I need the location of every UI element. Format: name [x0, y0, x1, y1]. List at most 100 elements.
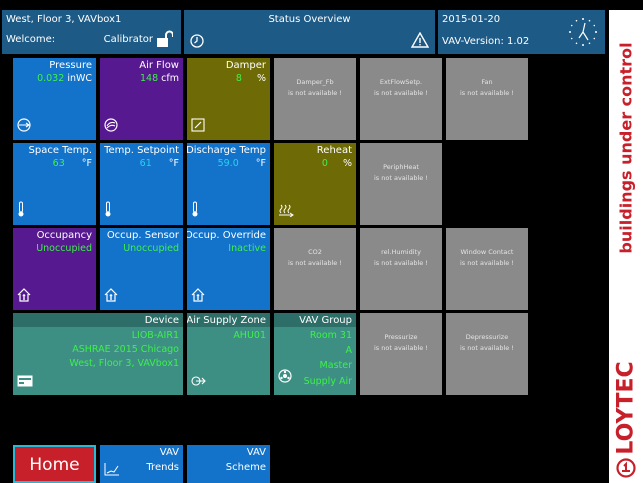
periphheat-tile: PeriphHeat is not available ! [360, 143, 442, 225]
temp-setpoint-tile[interactable]: Temp. Setpoint 61 °F [100, 143, 183, 225]
air-supply-value: AHU01 [233, 330, 266, 341]
home-button[interactable]: Home [13, 445, 96, 483]
occupancy-override-tile[interactable]: Occup. Override Inactive [187, 228, 270, 310]
discharge-temp-title: Discharge Temp [187, 145, 266, 156]
device-line-1: LIOB-AIR1 [131, 330, 179, 341]
space-temp-tile[interactable]: Space Temp. 63 °F [13, 143, 96, 225]
occupancy-house-icon [191, 287, 205, 306]
header-location-panel: West, Floor 3, VAVbox1 Welcome: Calibrat… [2, 10, 181, 54]
reheat-unit: % [342, 158, 352, 169]
thermometer-icon [17, 201, 25, 221]
vav-group-tile[interactable]: VAV Group Room 31 A Master Supply Air [274, 313, 356, 395]
vav-scheme-label-1: VAV [246, 447, 266, 458]
temp-setpoint-value: 61 [139, 158, 152, 169]
damper-value: 8 [235, 73, 242, 84]
depressurize-status: is not available ! [460, 344, 514, 352]
window-contact-name: Window Contact [460, 248, 514, 256]
window-contact-status: is not available ! [460, 259, 514, 267]
temp-setpoint-unit: °F [168, 158, 179, 169]
humidity-status: is not available ! [374, 259, 428, 267]
damper-reading: 8 % [236, 73, 266, 84]
damper-icon [191, 117, 205, 136]
analog-clock-icon [567, 16, 599, 51]
damper-fb-tile: Damper_Fb is not available ! [274, 58, 356, 140]
occupancy-value: Unoccupied [36, 243, 92, 254]
device-line-2: ASHRAE 2015 Chicago [72, 344, 179, 355]
damper-fb-status: is not available ! [288, 89, 342, 97]
brand-tagline: buildings under control [616, 42, 636, 254]
occupancy-title: Occupancy [36, 230, 92, 241]
reheat-tile[interactable]: Reheat 0 % [274, 143, 356, 225]
depressurize-tile: Depressurize is not available ! [446, 313, 528, 395]
occupancy-sensor-value: Unoccupied [123, 243, 179, 254]
fan-tile: Fan is not available ! [446, 58, 528, 140]
space-temp-value: 63 [52, 158, 65, 169]
version-label: VAV-Version: 1.02 [442, 36, 530, 47]
damper-fb-name: Damper_Fb [296, 78, 334, 86]
occupancy-tile[interactable]: Occupancy Unoccupied [13, 228, 96, 310]
pressure-unit: inWC [67, 73, 92, 84]
space-temp-reading: 63 °F [53, 158, 92, 169]
brand-name: LOYTEC [613, 361, 639, 455]
humidity-tile: rel.Humidity is not available ! [360, 228, 442, 310]
airflow-tile[interactable]: Air Flow 148 cfm [100, 58, 183, 140]
fan-status: is not available ! [460, 89, 514, 97]
vav-trends-label-1: VAV [159, 447, 179, 458]
vav-scheme-button[interactable]: VAV Scheme [187, 445, 270, 483]
device-card-icon [17, 372, 33, 391]
discharge-temp-unit: °F [255, 158, 266, 169]
thermometer-icon [104, 201, 112, 221]
pressurize-status: is not available ! [374, 344, 428, 352]
co2-name: CO2 [308, 248, 322, 256]
discharge-temp-reading: 59.0 °F [218, 158, 266, 169]
vav-group-line-4: Supply Air [303, 376, 352, 387]
heater-icon [278, 202, 296, 221]
vav-scheme-label-2: Scheme [225, 462, 266, 473]
airflow-unit: cfm [161, 73, 179, 84]
pressure-reading: 0.032 inWC [37, 73, 92, 84]
depressurize-name: Depressurize [465, 333, 509, 341]
reheat-title: Reheat [316, 145, 352, 156]
vav-group-line-1: Room 31 [309, 330, 352, 341]
extflow-status: is not available ! [374, 89, 428, 97]
space-temp-unit: °F [81, 158, 92, 169]
periphheat-name: PeriphHeat [383, 163, 419, 171]
occupancy-house-icon [17, 287, 31, 306]
occupancy-override-value: Inactive [228, 243, 266, 254]
damper-unit: % [256, 73, 266, 84]
home-label: Home [29, 455, 80, 475]
thermometer-icon [191, 201, 199, 221]
device-tile[interactable]: Device LIOB-AIR1 ASHRAE 2015 Chicago Wes… [13, 313, 183, 395]
airflow-reading: 148 cfm [140, 73, 179, 84]
occupancy-override-title: Occup. Override [187, 230, 266, 241]
temp-setpoint-reading: 61 °F [140, 158, 179, 169]
clock-icon[interactable] [190, 34, 204, 51]
airflow-title: Air Flow [139, 60, 179, 71]
lock-open-icon[interactable] [157, 30, 174, 51]
reheat-reading: 0 % [322, 158, 352, 169]
warning-icon[interactable] [410, 31, 430, 51]
trend-chart-icon [104, 461, 120, 480]
extflow-name: ExtFlowSetp. [379, 78, 423, 86]
pressurize-tile: Pressurize is not available ! [360, 313, 442, 395]
status-overview-panel: Status Overview [184, 10, 435, 54]
pressure-tile[interactable]: Pressure 0.032 inWC [13, 58, 96, 140]
vav-group-icon [278, 368, 292, 387]
air-supply-zone-tile[interactable]: Air Supply Zone AHU01 [187, 313, 270, 395]
humidity-name: rel.Humidity [381, 248, 421, 256]
device-title: Device [144, 315, 179, 326]
airflow-value: 148 [140, 73, 159, 84]
pressure-value: 0.032 [37, 73, 65, 84]
vav-group-title: VAV Group [299, 315, 352, 326]
reheat-value: 0 [321, 158, 328, 169]
date-version-panel: 2015-01-20 VAV-Version: 1.02 [438, 10, 605, 54]
damper-tile[interactable]: Damper 8 % [187, 58, 270, 140]
occupancy-sensor-tile[interactable]: Occup. Sensor Unoccupied [100, 228, 183, 310]
window-contact-tile: Window Contact is not available ! [446, 228, 528, 310]
date-label: 2015-01-20 [442, 14, 501, 25]
pressurize-name: Pressurize [384, 333, 418, 341]
periphheat-status: is not available ! [374, 174, 428, 182]
discharge-temp-tile[interactable]: Discharge Temp 59.0 °F [187, 143, 270, 225]
occupancy-sensor-title: Occup. Sensor [106, 230, 179, 241]
vav-trends-button[interactable]: VAV Trends [100, 445, 183, 483]
